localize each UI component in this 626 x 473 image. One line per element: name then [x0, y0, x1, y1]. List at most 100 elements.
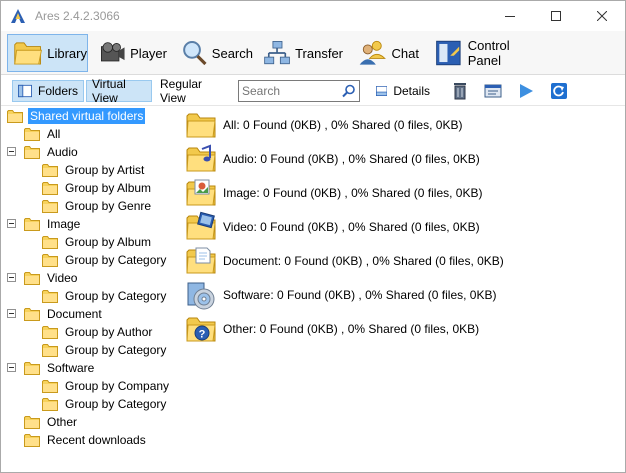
- list-item-image[interactable]: Image: 0 Found (0KB) , 0% Shared (0 file…: [185, 176, 482, 210]
- play-icon[interactable]: [517, 82, 535, 100]
- search-field[interactable]: [238, 80, 360, 102]
- refresh-icon[interactable]: [550, 82, 568, 100]
- tree-label: Group by Genre: [65, 199, 152, 213]
- search-magnifier-icon: [183, 40, 207, 66]
- transfer-network-icon: [264, 41, 290, 65]
- properties-icon[interactable]: [484, 82, 502, 100]
- software-expander[interactable]: [7, 363, 16, 372]
- folder-icon: [42, 181, 58, 195]
- list-item-text: All: 0 Found (0KB) , 0% Shared (0 files,…: [223, 118, 463, 132]
- document-folder-icon: [185, 247, 217, 277]
- tab-control-panel[interactable]: Control Panel: [429, 34, 539, 72]
- details-button[interactable]: Details: [371, 80, 435, 102]
- video-expander[interactable]: [7, 273, 16, 282]
- list-item-text: Video: 0 Found (0KB) , 0% Shared (0 file…: [223, 220, 480, 234]
- tree-item-image-group-by-category[interactable]: Group by Category: [42, 251, 168, 269]
- tree-item-audio[interactable]: Audio: [24, 143, 80, 161]
- tree-item-document-group-by-author[interactable]: Group by Author: [42, 323, 154, 341]
- regular-view-button[interactable]: Regular View: [155, 77, 229, 105]
- list-item-video[interactable]: Video: 0 Found (0KB) , 0% Shared (0 file…: [185, 210, 480, 244]
- tab-transfer[interactable]: Transfer: [259, 34, 343, 72]
- close-button[interactable]: [579, 1, 625, 31]
- tree-item-software-group-by-company[interactable]: Group by Company: [42, 377, 171, 395]
- tab-player-label: Player: [130, 45, 167, 61]
- list-item-document[interactable]: Document: 0 Found (0KB) , 0% Shared (0 f…: [185, 244, 504, 278]
- window-title: Ares 2.4.2.3066: [35, 9, 120, 23]
- tab-player[interactable]: Player: [95, 34, 167, 72]
- audio-folder-icon: [185, 144, 217, 175]
- tree-item-image[interactable]: Image: [24, 215, 82, 233]
- document-expander[interactable]: [7, 309, 16, 318]
- folder-icon: [42, 325, 58, 339]
- tree-label: Video: [47, 271, 78, 285]
- tree-label: Group by Category: [65, 397, 167, 411]
- tree-label: Software: [47, 361, 95, 375]
- audio-expander[interactable]: [7, 147, 16, 156]
- tree-label: Group by Album: [65, 235, 152, 249]
- regular-view-label: Regular View: [160, 77, 203, 105]
- virtual-view-button[interactable]: Virtual View: [86, 77, 152, 105]
- tree-item-audio-group-by-genre[interactable]: Group by Genre: [42, 197, 153, 215]
- folder-icon: [24, 217, 40, 231]
- tree-item-recent-downloads[interactable]: Recent downloads: [24, 431, 148, 449]
- tab-chat[interactable]: Chat: [353, 34, 419, 72]
- tree-item-shared-virtual-folders[interactable]: Shared virtual folders: [7, 107, 146, 125]
- maximize-icon: [551, 11, 561, 21]
- tree-item-video-group-by-category[interactable]: Group by Category: [42, 287, 168, 305]
- svg-text:?: ?: [199, 329, 206, 341]
- list-item-text: Document: 0 Found (0KB) , 0% Shared (0 f…: [223, 254, 504, 268]
- search-icon[interactable]: [342, 84, 356, 98]
- folders-button[interactable]: Folders: [12, 80, 84, 102]
- tab-search-label: Search: [211, 45, 253, 61]
- tree-label: Other: [47, 415, 78, 429]
- tree-label: Group by Company: [65, 379, 170, 393]
- minimize-button[interactable]: [487, 1, 533, 31]
- list-item-audio[interactable]: Audio: 0 Found (0KB) , 0% Shared (0 file…: [185, 142, 480, 176]
- tree-item-audio-group-by-album[interactable]: Group by Album: [42, 179, 153, 197]
- tree-item-image-group-by-album[interactable]: Group by Album: [42, 233, 153, 251]
- tree-label: Image: [47, 217, 81, 231]
- list-item-text: Other: 0 Found (0KB) , 0% Shared (0 file…: [223, 322, 480, 336]
- virtual-view-label: Virtual View: [92, 77, 126, 105]
- folder-icon: [42, 343, 58, 357]
- list-item-other[interactable]: ? Other: 0 Found (0KB) , 0% Shared (0 fi…: [185, 312, 479, 346]
- folder-icon: [24, 433, 40, 447]
- tree-item-all[interactable]: All: [24, 125, 62, 143]
- folder-icon: [42, 379, 58, 393]
- shared-folders-tree: Shared virtual folders All Audio Group b…: [1, 106, 179, 472]
- tree-item-document[interactable]: Document: [24, 305, 104, 323]
- details-label: Details: [393, 84, 430, 98]
- folder-icon: [42, 397, 58, 411]
- tree-label: Recent downloads: [47, 433, 146, 447]
- main-toolbar: Library Player Search Transfer Chat Cont…: [1, 31, 625, 75]
- list-item-text: Audio: 0 Found (0KB) , 0% Shared (0 file…: [223, 152, 480, 166]
- player-film-icon: [100, 42, 125, 62]
- tree-item-software[interactable]: Software: [24, 359, 96, 377]
- other-folder-icon: ?: [185, 313, 217, 345]
- list-item-all[interactable]: All: 0 Found (0KB) , 0% Shared (0 files,…: [185, 108, 462, 142]
- tab-transfer-label: Transfer: [295, 45, 343, 61]
- trash-icon[interactable]: [451, 82, 469, 100]
- tab-search[interactable]: Search: [177, 34, 253, 72]
- minimize-icon: [505, 16, 515, 17]
- maximize-button[interactable]: [533, 1, 579, 31]
- view-toolbar: Folders Virtual View Regular View Detail…: [1, 76, 625, 106]
- image-expander[interactable]: [7, 219, 16, 228]
- chat-users-icon: [359, 40, 386, 65]
- close-icon: [597, 11, 607, 21]
- tree-item-other[interactable]: Other: [24, 413, 79, 431]
- tree-label: Audio: [47, 145, 78, 159]
- tree-item-document-group-by-category[interactable]: Group by Category: [42, 341, 168, 359]
- folder-icon: [24, 361, 40, 375]
- tree-item-software-group-by-category[interactable]: Group by Category: [42, 395, 168, 413]
- tree-item-video[interactable]: Video: [24, 269, 79, 287]
- search-input[interactable]: [242, 82, 342, 100]
- ares-window: Ares 2.4.2.3066 Library Player Search Tr…: [0, 0, 626, 473]
- library-folder-icon: [14, 42, 42, 65]
- tree-item-audio-group-by-artist[interactable]: Group by Artist: [42, 161, 146, 179]
- tree-label: Group by Category: [65, 289, 167, 303]
- list-item-software[interactable]: Software: 0 Found (0KB) , 0% Shared (0 f…: [185, 278, 496, 312]
- tab-control-panel-label: Control Panel: [467, 38, 510, 68]
- tree-label: Group by Author: [65, 325, 153, 339]
- tab-library[interactable]: Library: [7, 34, 88, 72]
